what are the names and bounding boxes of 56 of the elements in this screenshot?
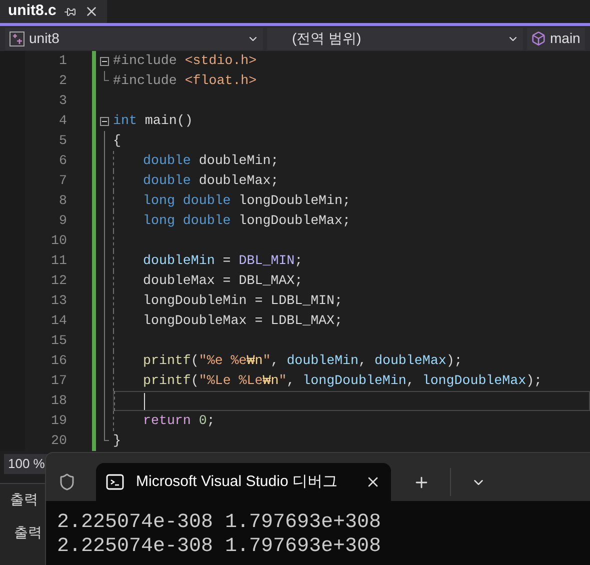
code-line: {: [113, 132, 121, 150]
code-line: long double longDoubleMax;: [143, 212, 350, 230]
text-cursor: [144, 392, 145, 410]
line-number: 9: [59, 212, 67, 230]
file-tab[interactable]: unit8.c: [0, 0, 108, 23]
line-number: 7: [59, 172, 67, 190]
terminal-tab[interactable]: Microsoft Visual Studio 디버그: [96, 463, 391, 501]
console-icon: [106, 474, 124, 490]
line-number: 17: [51, 372, 67, 390]
scope-dropdown[interactable]: (전역 범위): [267, 28, 523, 50]
output-panel-title: 출력: [10, 490, 39, 509]
code-line: long double longDoubleMin;: [143, 192, 350, 210]
code-line: doubleMin = DBL_MIN;: [143, 252, 303, 270]
line-number: 15: [51, 332, 67, 350]
collapse-icon[interactable]: [100, 116, 109, 126]
project-dropdown[interactable]: unit8: [5, 28, 263, 50]
line-number: 16: [51, 352, 67, 370]
code-line: int main(): [113, 112, 193, 130]
code-line: return 0;: [143, 412, 215, 430]
line-number: 13: [51, 292, 67, 310]
collapse-icon[interactable]: [100, 56, 109, 66]
code-line: longDoubleMin = LDBL_MIN;: [143, 292, 342, 310]
line-number: 10: [51, 232, 67, 250]
line-number: 3: [59, 92, 67, 110]
cube-icon: [531, 31, 546, 46]
code-line: #include <float.h>: [113, 72, 257, 90]
code-line: longDoubleMax = LDBL_MAX;: [143, 312, 342, 330]
code-line: printf("%e %e₩n", doubleMin, doubleMax);: [143, 352, 462, 370]
line-number: 20: [51, 432, 67, 450]
line-number: 19: [51, 412, 67, 430]
code-line: }: [113, 432, 121, 450]
fold-end: [104, 431, 109, 441]
line-number: 5: [59, 132, 67, 150]
code-line: printf("%Le %Le₩n", longDoubleMin, longDoubleMax);: [143, 372, 542, 390]
line-number: 2: [59, 72, 67, 90]
code-line: double doubleMin;: [143, 152, 279, 170]
line-number: 11: [51, 252, 67, 270]
pin-icon[interactable]: [64, 6, 76, 18]
output-label: 출력: [13, 523, 43, 542]
code-line: doubleMax = DBL_MAX;: [143, 272, 303, 290]
line-number: 12: [51, 272, 67, 290]
code-line: double doubleMax;: [143, 172, 279, 190]
zoom-dropdown[interactable]: 100 %: [4, 454, 49, 474]
fold-end: [104, 71, 109, 81]
line-number: 6: [59, 152, 67, 170]
code-line: #include <stdio.h>: [113, 52, 257, 70]
member-dropdown[interactable]: main: [527, 28, 585, 50]
project-icon: [9, 30, 25, 46]
line-number: 1: [59, 52, 67, 70]
console-output-line: 2.225074e-308 1.797693e+308: [57, 535, 382, 559]
line-number: 8: [59, 192, 67, 210]
line-number: 18: [51, 392, 67, 410]
line-number: 14: [51, 312, 67, 330]
line-number: 4: [59, 112, 67, 130]
shield-icon[interactable]: [58, 473, 76, 491]
console-output-line: 2.225074e-308 1.797693e+308: [57, 511, 382, 535]
